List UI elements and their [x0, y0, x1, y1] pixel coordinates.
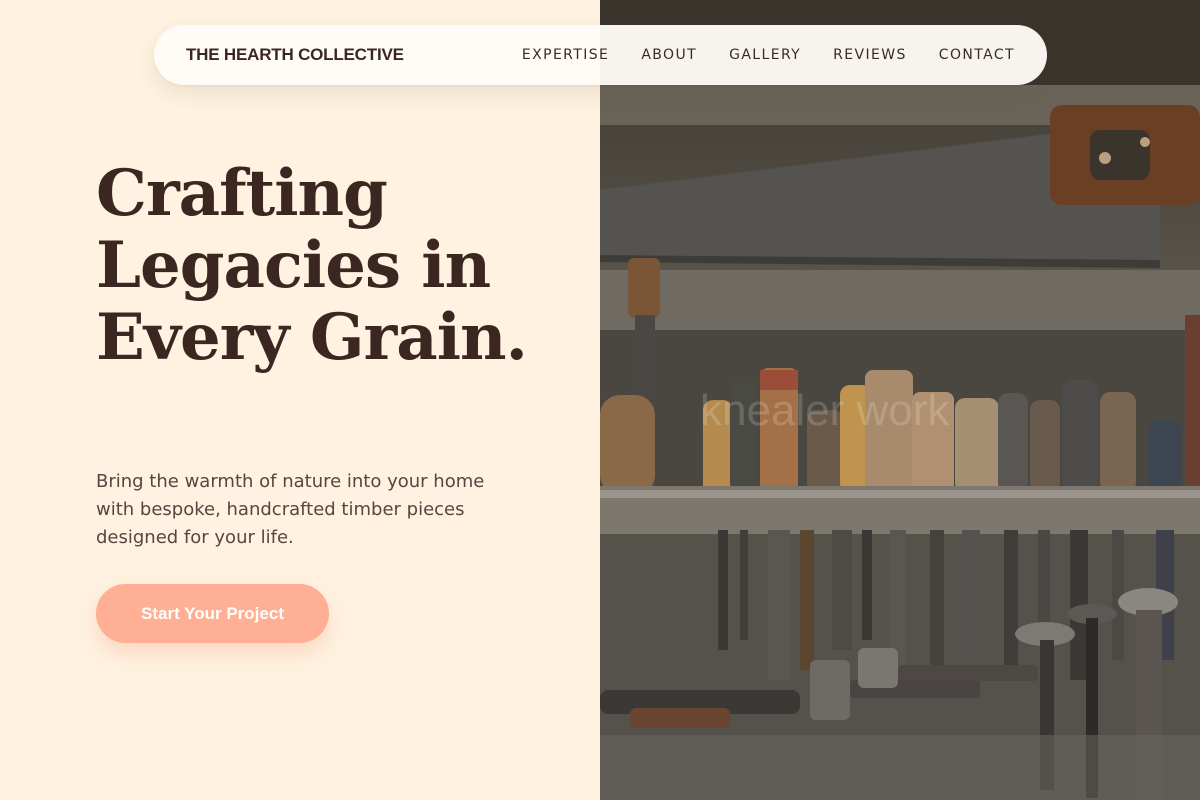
nav-link-expertise[interactable]: EXPERTISE — [522, 47, 609, 63]
nav-links: EXPERTISE ABOUT GALLERY REVIEWS CONTACT — [490, 47, 1015, 63]
tools-illustration: knealer work — [600, 0, 1200, 800]
start-project-button[interactable]: Start Your Project — [96, 584, 329, 643]
image-watermark: knealer work — [700, 386, 950, 435]
hero-subtitle: Bring the warmth of nature into your hom… — [96, 471, 485, 548]
hero-title: Crafting Legacies in Every Grain. — [96, 156, 528, 375]
hero-tools-image: knealer work — [600, 0, 1200, 800]
nav-link-about[interactable]: ABOUT — [641, 47, 697, 63]
main-navigation: THE HEARTH COLLECTIVE EXPERTISE ABOUT GA… — [154, 25, 1047, 85]
nav-link-contact[interactable]: CONTACT — [939, 47, 1015, 63]
nav-link-reviews[interactable]: REVIEWS — [833, 47, 907, 63]
brand-logo-text[interactable]: THE HEARTH COLLECTIVE — [186, 45, 404, 65]
nav-link-gallery[interactable]: GALLERY — [729, 47, 801, 63]
page: knealer work THE HEARTH COLLECTIVE EXPER… — [0, 0, 1200, 800]
